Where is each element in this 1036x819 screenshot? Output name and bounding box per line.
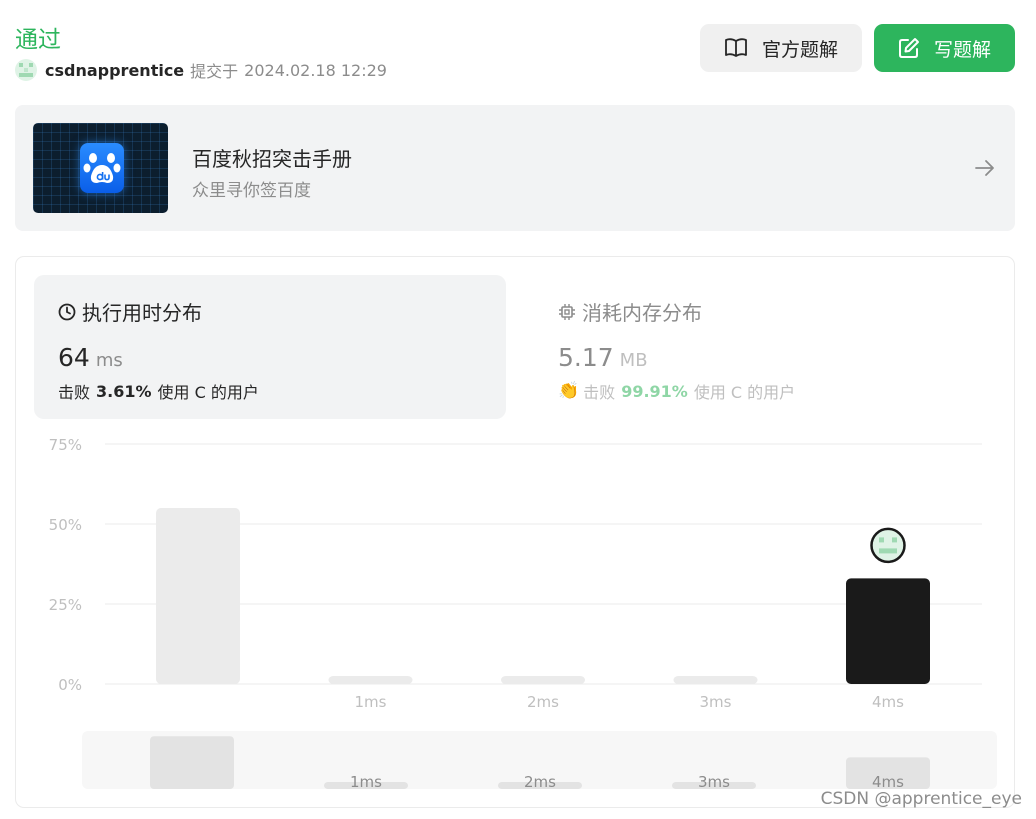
official-solution-label: 官方题解 bbox=[761, 38, 838, 61]
promo-subtitle: 众里寻你签百度 bbox=[192, 181, 311, 201]
submission-meta: csdnapprentice 提交于 2024.02.18 12:29 bbox=[15, 58, 387, 82]
x-tick-label: 2ms bbox=[527, 693, 559, 711]
paw-icon bbox=[83, 153, 121, 183]
overview-bar bbox=[150, 736, 234, 789]
submitted-label: 提交于 bbox=[190, 62, 239, 81]
avatar-pixel bbox=[879, 548, 897, 554]
distribution-chart[interactable]: 0%25%50%75%1ms 2ms 3ms 4ms1ms 2ms 3ms 4ms bbox=[16, 257, 1016, 809]
y-tick-label: 50% bbox=[49, 516, 82, 534]
status-title: 通过 bbox=[15, 27, 61, 53]
bar[interactable] bbox=[673, 676, 758, 684]
user-avatar-marker bbox=[870, 527, 906, 564]
x-tick-label: 4ms bbox=[872, 693, 904, 711]
y-tick-label: 25% bbox=[49, 596, 82, 614]
promo-banner[interactable]: 百度秋招突击手册 众里寻你签百度 bbox=[15, 105, 1015, 231]
bar[interactable] bbox=[501, 676, 585, 684]
username-link[interactable]: csdnapprentice bbox=[45, 61, 184, 80]
overview-tick-label: 3ms bbox=[698, 773, 730, 791]
write-solution-label: 写题解 bbox=[933, 38, 991, 61]
write-solution-button[interactable]: 写题解 bbox=[874, 24, 1015, 72]
book-icon bbox=[725, 38, 747, 57]
overview-tick-label: 1ms bbox=[350, 773, 382, 791]
result-card: 执行用时分布 64 ms 击败 3.61% 使用 C 的用户 消耗内存分布 5.1… bbox=[15, 256, 1015, 808]
promo-title: 百度秋招突击手册 bbox=[192, 147, 352, 171]
overview-tick-label: 2ms bbox=[524, 773, 556, 791]
x-tick-label: 3ms bbox=[700, 693, 732, 711]
y-tick-label: 75% bbox=[49, 436, 82, 454]
promo-thumbnail bbox=[33, 123, 168, 213]
submitted-time: 2024.02.18 12:29 bbox=[244, 60, 387, 80]
edit-icon bbox=[898, 38, 919, 58]
bar[interactable] bbox=[328, 676, 413, 684]
official-solution-button[interactable]: 官方题解 bbox=[700, 24, 862, 72]
avatar-pixel bbox=[879, 537, 884, 543]
watermark: CSDN @apprentice_eye bbox=[820, 789, 1022, 809]
arrow-right-icon[interactable] bbox=[973, 156, 997, 180]
x-tick-label: 1ms bbox=[355, 693, 387, 711]
avatar[interactable] bbox=[15, 59, 37, 81]
bar-highlight[interactable] bbox=[846, 578, 930, 684]
bar[interactable] bbox=[156, 508, 240, 684]
avatar-pixel bbox=[892, 537, 897, 543]
baidu-logo bbox=[80, 143, 124, 193]
y-tick-label: 0% bbox=[58, 676, 82, 694]
